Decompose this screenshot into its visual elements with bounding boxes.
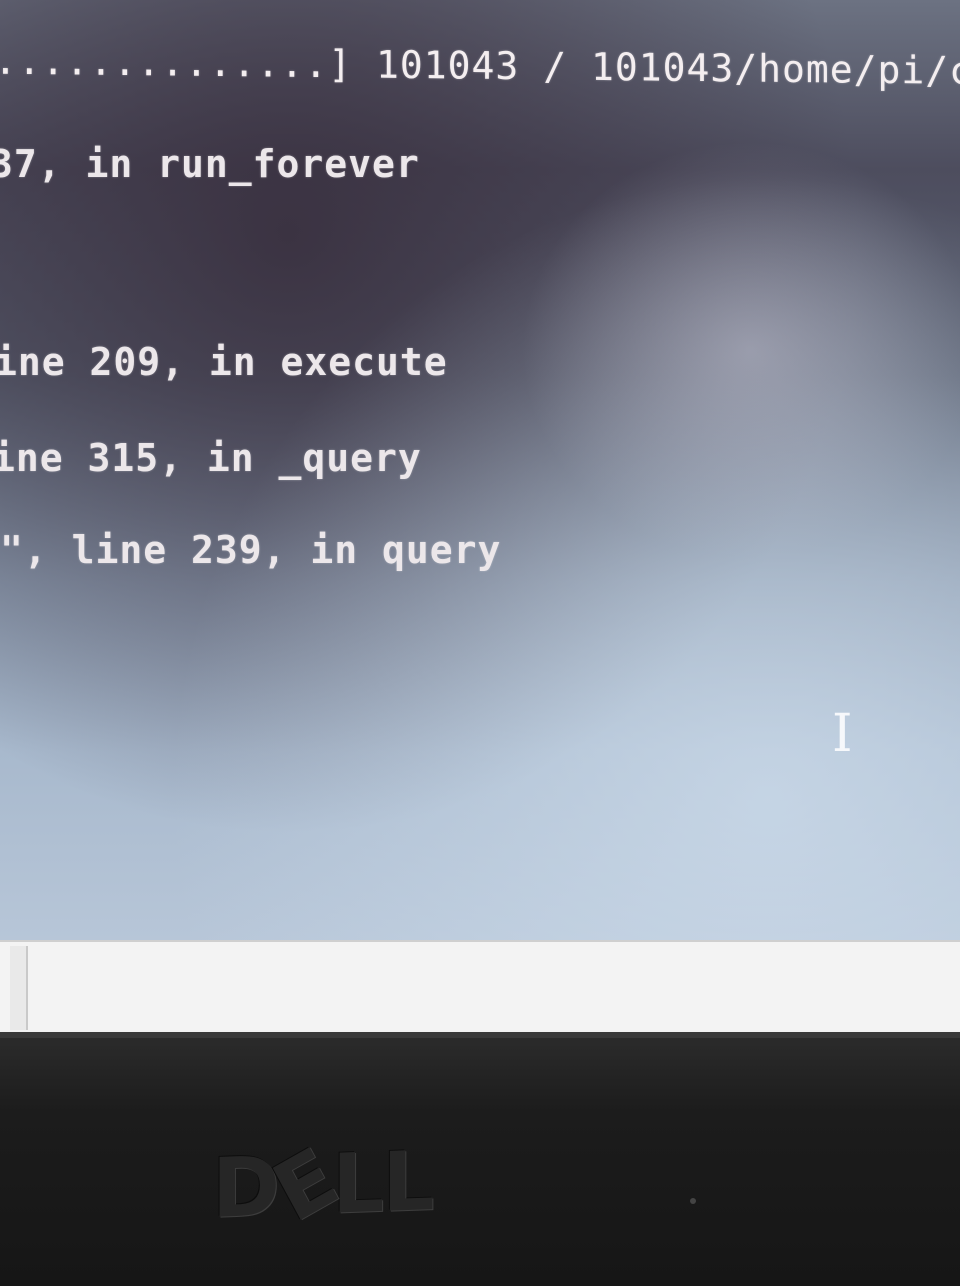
terminal-screen[interactable]: ..............] 101043 / 101043/home/pi/… — [0, 0, 960, 940]
status-bar — [0, 940, 960, 1034]
monitor-bezel: DELL — [0, 1032, 960, 1286]
status-bar-divider — [10, 946, 28, 1030]
i-beam-cursor-icon: I — [832, 704, 853, 764]
traceback-line: ine 315, in _query — [0, 436, 422, 480]
ambient-sensor — [690, 1198, 696, 1204]
progress-line: ..............] 101043 / 101043/home/pi/… — [0, 38, 960, 94]
traceback-line: ", line 239, in query — [0, 528, 502, 572]
traceback-line: 37, in run_forever — [0, 142, 420, 186]
dell-logo: DELL — [212, 1131, 433, 1241]
screen-glare — [520, 140, 960, 560]
traceback-line: ine 209, in execute — [0, 340, 448, 384]
